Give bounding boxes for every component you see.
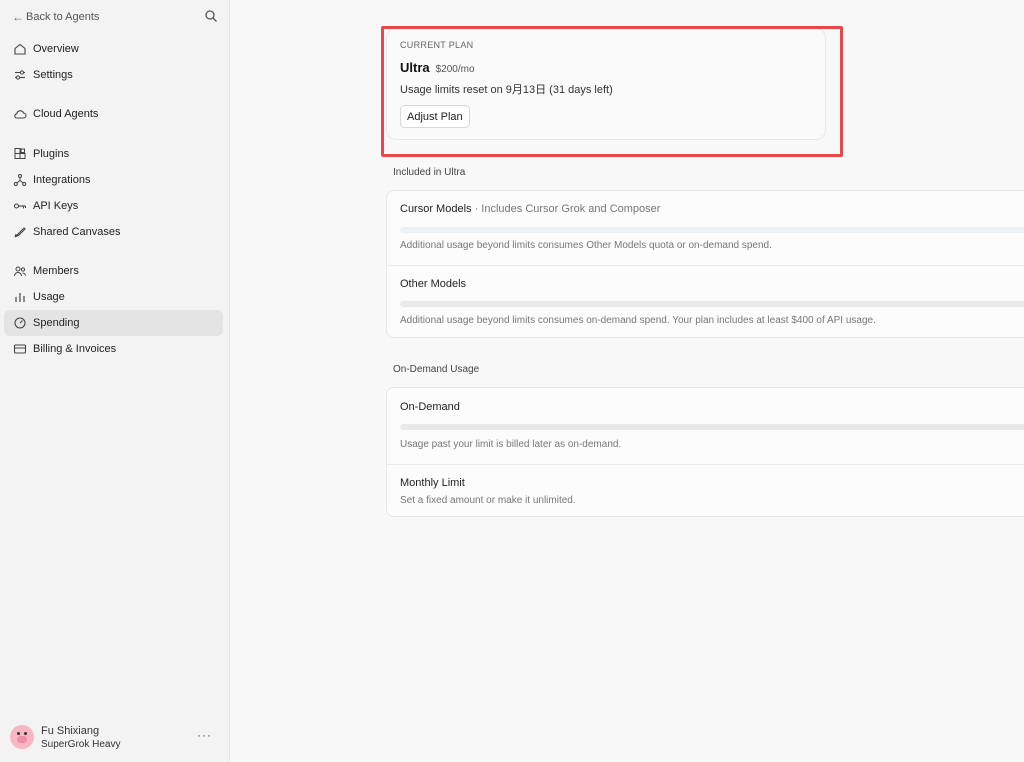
included-row-cursor-models: Cursor Models · Includes Cursor Grok and… — [387, 191, 1024, 265]
sidebar-item-label: Overview — [33, 42, 79, 55]
user-name: Fu Shixiang — [41, 724, 100, 737]
plan-name: Ultra — [400, 60, 430, 75]
avatar-eye — [17, 732, 20, 735]
included-panel: Cursor Models · Includes Cursor Grok and… — [386, 190, 1024, 338]
sidebar-item-settings[interactable]: Settings — [4, 62, 223, 88]
current-plan-eyebrow: CURRENT PLAN — [400, 40, 474, 50]
sidebar-item-label: Spending — [33, 317, 80, 330]
gauge-icon — [14, 317, 26, 329]
row-title: On-Demand — [400, 401, 460, 413]
sidebar-item-spending[interactable]: Spending — [4, 310, 223, 336]
row-note: Set a fixed amount or make it unlimited. — [400, 495, 576, 506]
arrow-left-icon: ← — [12, 10, 24, 24]
user-text: Fu Shixiang SuperGrok Heavy — [41, 724, 120, 751]
sidebar-item-label: Billing & Invoices — [33, 342, 117, 355]
plugin-icon — [14, 148, 26, 160]
members-icon — [14, 266, 26, 277]
row-title: Other Models — [400, 278, 467, 290]
row-title: Monthly Limit — [400, 477, 465, 489]
plan-price: $200/mo — [435, 64, 475, 75]
row-title-sub: · Includes Cursor Grok and Composer — [471, 203, 661, 215]
sidebar-item-overview[interactable]: Overview — [4, 36, 223, 62]
sidebar: ← Back to Agents Overview Settings Cloud… — [0, 0, 230, 762]
sidebar-item-integrations[interactable]: Integrations — [4, 167, 223, 193]
user-profile[interactable]: Fu Shixiang SuperGrok Heavy ··· — [10, 722, 218, 752]
sidebar-item-label: Integrations — [33, 174, 91, 187]
avatar-eye — [24, 732, 27, 735]
sliders-icon — [15, 70, 25, 80]
current-plan-card: CURRENT PLAN Ultra $200/mo Usage limits … — [386, 28, 826, 140]
row-title-main: Cursor Models — [400, 203, 472, 215]
home-icon — [14, 43, 26, 55]
avatar-snout — [17, 736, 27, 743]
sidebar-item-label: Cloud Agents — [33, 108, 99, 121]
usage-bar — [400, 301, 1024, 307]
integrations-icon — [13, 174, 27, 187]
back-to-agents-link[interactable]: ← Back to Agents — [12, 8, 218, 26]
user-plan: SuperGrok Heavy — [41, 738, 121, 750]
row-note: Additional usage beyond limits consumes … — [400, 315, 876, 326]
cloud-icon — [14, 110, 27, 120]
sidebar-item-label: Plugins — [33, 148, 70, 161]
sidebar-item-label: Shared Canvases — [33, 225, 121, 238]
sidebar-item-label: Usage — [33, 291, 65, 304]
back-label: Back to Agents — [26, 11, 100, 23]
usage-bar — [400, 424, 1024, 430]
canvas-icon — [14, 226, 26, 238]
on-demand-heading: On-Demand Usage — [393, 364, 480, 375]
sidebar-item-api-keys[interactable]: API Keys — [4, 193, 223, 219]
sidebar-item-billing-invoices[interactable]: Billing & Invoices — [4, 336, 223, 362]
sidebar-item-shared-canvases[interactable]: Shared Canvases — [4, 219, 223, 245]
row-note: Usage past your limit is billed later as… — [400, 439, 622, 450]
sidebar-item-members[interactable]: Members — [4, 259, 223, 285]
sidebar-item-label: Members — [33, 265, 79, 278]
card-icon — [13, 344, 27, 354]
avatar — [10, 725, 34, 749]
monthly-limit-row[interactable]: Monthly Limit Set a fixed amount or make… — [387, 464, 1024, 517]
sidebar-item-cloud-agents[interactable]: Cloud Agents — [4, 102, 223, 128]
included-row-other-models: Other Models Additional usage beyond lim… — [387, 265, 1024, 338]
adjust-plan-button[interactable]: Adjust Plan — [400, 105, 470, 128]
included-heading: Included in Ultra — [393, 167, 466, 178]
sidebar-item-plugins[interactable]: Plugins — [4, 141, 223, 167]
more-options-icon[interactable]: ··· — [197, 728, 212, 742]
on-demand-panel: On-Demand Usage past your limit is bille… — [386, 387, 1024, 517]
sidebar-item-usage[interactable]: Usage — [4, 284, 223, 310]
sidebar-item-label: API Keys — [33, 199, 79, 212]
sidebar-item-label: Settings — [33, 68, 73, 81]
row-title: Cursor Models · Includes Cursor Grok and… — [400, 203, 660, 215]
row-note: Additional usage beyond limits consumes … — [400, 240, 772, 251]
plan-title-row: Ultra $200/mo — [400, 60, 475, 75]
search-icon[interactable] — [204, 9, 218, 23]
usage-reset-text: Usage limits reset on 9月13日 (31 days lef… — [400, 84, 613, 96]
on-demand-row: On-Demand Usage past your limit is bille… — [387, 388, 1024, 464]
bar-chart-icon — [15, 293, 25, 303]
key-icon — [13, 203, 26, 209]
usage-bar — [400, 227, 1024, 233]
sidebar-nav: Overview Settings Cloud Agents Plugins I… — [4, 36, 223, 362]
